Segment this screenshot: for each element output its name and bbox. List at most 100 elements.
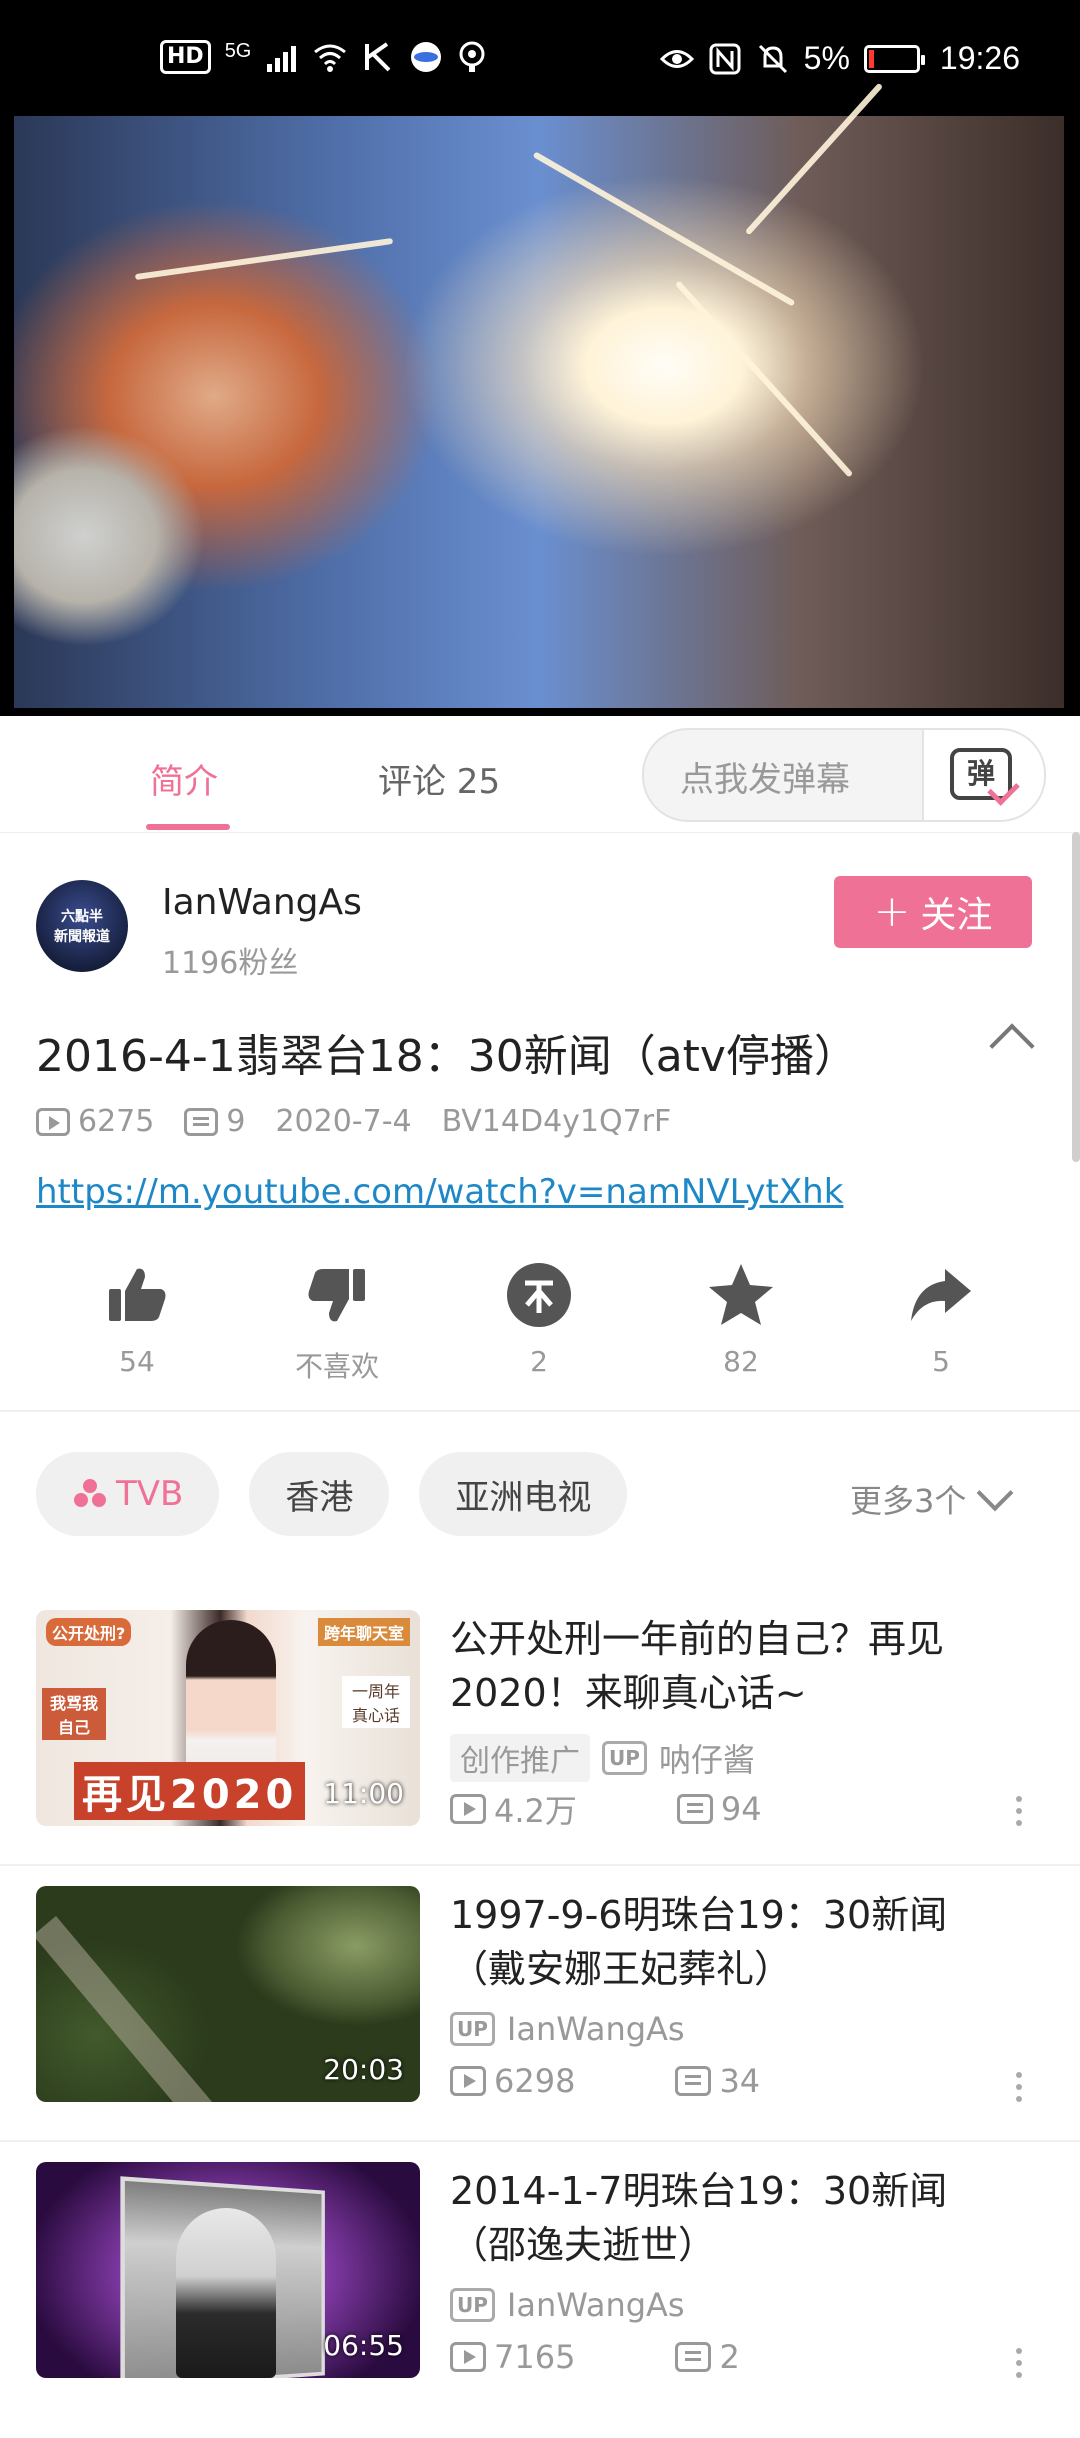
thumb-text: 公开处刑?: [46, 1618, 132, 1646]
danmaku-toggle-button[interactable]: 弹: [922, 730, 1044, 820]
coin-icon: [507, 1263, 571, 1327]
video-duration: 06:55: [323, 2329, 404, 2362]
related-stats: 4.2万 94: [450, 1786, 762, 1832]
danmaku-count-icon: [676, 1794, 713, 1824]
chevron-up-icon[interactable]: [989, 1023, 1035, 1069]
clock: 19:26: [939, 40, 1020, 76]
related-stats: 7165 2: [450, 2338, 740, 2376]
signal-icon: [267, 46, 297, 72]
tag-label: TVB: [116, 1474, 184, 1514]
source-link[interactable]: https://m.youtube.com/watch?v=namNVLytXh…: [36, 1172, 843, 1212]
uploader-name[interactable]: IanWangAs: [162, 882, 362, 923]
danmaku-count-icon: [675, 2066, 712, 2096]
more-options-icon[interactable]: [1016, 2348, 1022, 2378]
video-meta: 6275 9 2020-7-4 BV14D4y1Q7rF: [36, 1104, 671, 1139]
tag-hongkong[interactable]: 香港: [249, 1452, 390, 1536]
avatar-text: 新聞報道: [54, 929, 110, 945]
dislike-icon: [308, 1269, 365, 1322]
network-type: 5G: [224, 39, 252, 62]
coin-button[interactable]: 2: [464, 1255, 614, 1378]
scrollbar[interactable]: [1072, 832, 1080, 1162]
related-uploader-row: UP IanWangAs: [450, 2010, 685, 2048]
more-tags-button[interactable]: 更多3个: [850, 1474, 1014, 1522]
thumb-text: 一周年真心话: [342, 1676, 410, 1728]
portrait-figure: [176, 2208, 276, 2378]
favorite-count: 82: [723, 1345, 759, 1378]
danmaku-input-box[interactable]: 点我发弹幕 弹: [642, 728, 1046, 822]
tag-label: 亚洲电视: [455, 1477, 592, 1518]
battery-percent: 5%: [803, 40, 850, 76]
tag-label: 香港: [285, 1477, 354, 1518]
video-frame[interactable]: [14, 82, 1064, 708]
related-stats: 6298 34: [450, 2062, 760, 2100]
tag-tvb[interactable]: TVB: [36, 1452, 220, 1536]
view-count: 6275: [78, 1104, 155, 1139]
mute-icon: [758, 44, 787, 73]
related-uploader-row: UP IanWangAs: [450, 2286, 685, 2324]
browser-icon: [411, 42, 442, 72]
related-uploader-name[interactable]: IanWangAs: [507, 2010, 685, 2048]
star-icon: [709, 1264, 773, 1325]
detail-tabs: 简介 评论 25 点我发弹幕 弹: [0, 716, 1080, 833]
tab-comments[interactable]: 评论 25: [378, 754, 500, 803]
thumb-text: 我骂我自己: [42, 1688, 106, 1740]
action-row: 54 不喜欢 2 82 5: [0, 1255, 1080, 1385]
like-icon: [109, 1268, 166, 1321]
tag-list: TVB 香港 亚洲电视: [36, 1452, 628, 1536]
wifi-icon: [314, 44, 347, 72]
dislike-button[interactable]: 不喜欢: [262, 1255, 412, 1385]
thumb-text: 跨年聊天室: [317, 1618, 410, 1646]
chevron-down-icon: [976, 1474, 1014, 1512]
video-duration: 11:00: [323, 1777, 404, 1810]
follow-button[interactable]: + 关注: [834, 876, 1032, 948]
tag-atv[interactable]: 亚洲电视: [419, 1452, 628, 1536]
more-options-icon[interactable]: [1016, 1796, 1022, 1826]
related-video-title[interactable]: 公开处刑一年前的自己？再见2020！来聊真心话~: [450, 1612, 1010, 1720]
status-bar: HD 5G 5% 19:26: [0, 0, 1080, 112]
battery-icon: [863, 44, 925, 73]
video-thumbnail[interactable]: 06:55: [36, 2162, 420, 2378]
play-count-icon: [450, 2066, 486, 2096]
video-thumbnail[interactable]: 公开处刑? 跨年聊天室 一周年真心话 我骂我自己 再见2020 11:00: [36, 1610, 420, 1826]
section-divider: [0, 1410, 1080, 1412]
related-video-item[interactable]: 公开处刑? 跨年聊天室 一周年真心话 我骂我自己 再见2020 11:00 公开…: [0, 1610, 1080, 1886]
related-view-count: 6298: [494, 2062, 576, 2100]
related-uploader-name[interactable]: 呐仔酱: [659, 1735, 755, 1781]
danmaku-input[interactable]: 点我发弹幕: [680, 752, 850, 801]
item-separator: [0, 2140, 1080, 2142]
related-view-count: 7165: [494, 2338, 576, 2376]
related-video-item[interactable]: 06:55 2014-1-7明珠台19：30新闻（邵逸夫逝世） UP IanWa…: [0, 2162, 1080, 2438]
road-stripe: [36, 1916, 301, 2102]
danmaku-count-icon: [184, 1107, 219, 1136]
related-video-title[interactable]: 2014-1-7明珠台19：30新闻（邵逸夫逝世）: [450, 2164, 1010, 2272]
k-app-icon: [365, 42, 391, 72]
fan-count: 1196粉丝: [162, 946, 299, 981]
share-button[interactable]: 5: [866, 1255, 1016, 1378]
avatar-text: 六點半: [61, 909, 103, 925]
hotspot-icon: [459, 41, 485, 72]
share-icon: [911, 1269, 971, 1321]
tab-active-indicator: [146, 824, 230, 830]
plus-icon: +: [873, 886, 911, 937]
related-danmaku-count: 2: [719, 2338, 740, 2376]
status-left: HD 5G: [160, 40, 491, 74]
up-badge: UP: [450, 2288, 495, 2322]
video-thumbnail[interactable]: 20:03: [36, 1886, 420, 2102]
hd-badge: HD: [160, 40, 211, 74]
related-video-title[interactable]: 1997-9-6明珠台19：30新闻（戴安娜王妃葬礼）: [450, 1888, 1010, 1996]
related-danmaku-count: 94: [720, 1790, 762, 1828]
related-uploader-name[interactable]: IanWangAs: [507, 2286, 685, 2324]
light-beam: [532, 151, 796, 307]
play-count-icon: [450, 2342, 486, 2372]
status-right: 5% 19:26: [659, 40, 1020, 77]
avatar[interactable]: 六點半 新聞報道: [36, 880, 128, 972]
dislike-label: 不喜欢: [294, 1350, 379, 1383]
tab-intro[interactable]: 简介: [150, 754, 218, 803]
favorite-button[interactable]: 82: [666, 1255, 816, 1378]
related-video-item[interactable]: 20:03 1997-9-6明珠台19：30新闻（戴安娜王妃葬礼） UP Ian…: [0, 1886, 1080, 2162]
more-options-icon[interactable]: [1016, 2072, 1022, 2102]
light-beam: [674, 280, 854, 478]
nfc-icon: [709, 43, 741, 74]
like-button[interactable]: 54: [62, 1255, 212, 1378]
video-player[interactable]: [0, 82, 1080, 716]
